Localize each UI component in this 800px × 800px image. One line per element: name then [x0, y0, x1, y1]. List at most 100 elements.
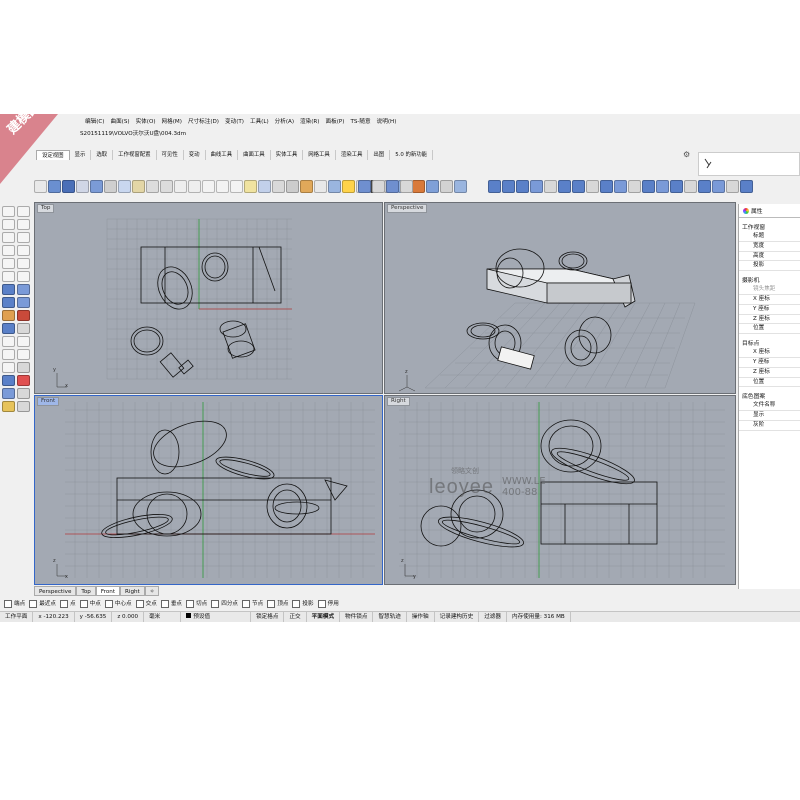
ellipse-icon[interactable] — [2, 258, 15, 269]
checkbox-icon[interactable] — [267, 600, 276, 608]
lock-tool-icon[interactable] — [17, 401, 30, 412]
status-grid-snap[interactable]: 锁定格点 — [251, 612, 285, 622]
block-icon[interactable] — [17, 388, 30, 399]
prop-camera-y[interactable]: Y 座标 — [739, 305, 800, 315]
osnap-tan[interactable]: 切点 — [186, 599, 207, 609]
tab-display[interactable]: 显示 — [70, 150, 92, 160]
render-color-icon[interactable] — [412, 180, 425, 193]
menu-edit[interactable]: 编辑(C) — [82, 116, 107, 128]
viewport-title-front[interactable]: Front — [37, 397, 60, 406]
surface-icon[interactable] — [2, 284, 15, 295]
extrude-icon[interactable] — [544, 180, 557, 193]
move-tool-icon[interactable] — [2, 349, 15, 360]
box-icon[interactable] — [2, 297, 15, 308]
menu-transform[interactable]: 变动(T) — [222, 116, 247, 128]
array-icon[interactable] — [698, 180, 711, 193]
render-icon[interactable] — [454, 180, 467, 193]
menu-solid[interactable]: 实体(O) — [133, 116, 159, 128]
menu-analyze[interactable]: 分析(A) — [272, 116, 297, 128]
vptab-front[interactable]: Front — [95, 586, 121, 596]
select-icon[interactable] — [314, 180, 327, 193]
status-history[interactable]: 记录建构历史 — [435, 612, 480, 622]
tab-surface-tools[interactable]: 曲面工具 — [238, 150, 271, 160]
material-icon[interactable] — [440, 180, 453, 193]
checkbox-icon[interactable] — [160, 600, 169, 608]
prop-camera-location[interactable]: 位置 — [739, 324, 800, 335]
open-file-icon[interactable] — [48, 180, 61, 193]
add-viewport-icon[interactable]: ✧ — [144, 586, 160, 596]
vptab-perspective[interactable]: Perspective — [34, 586, 77, 596]
dimension-icon[interactable] — [17, 323, 30, 334]
viewport-title-top[interactable]: Top — [37, 204, 55, 213]
rotate-icon[interactable] — [2, 362, 15, 373]
tab-set-view[interactable]: 设定视图 — [36, 150, 70, 160]
osnap-quad[interactable]: 四分点 — [211, 599, 238, 609]
prop-filename[interactable]: 文件名称 — [739, 401, 800, 412]
mesh-tool-icon[interactable] — [2, 323, 15, 334]
save-icon[interactable] — [62, 180, 75, 193]
checkbox-icon[interactable] — [135, 600, 144, 608]
prop-lens[interactable]: 镜头焦距 — [739, 285, 800, 295]
paste-icon[interactable] — [132, 180, 145, 193]
arc-icon[interactable] — [17, 232, 30, 243]
osnap-perp[interactable]: 垂点 — [160, 599, 182, 609]
status-smarttrack[interactable]: 智慧轨迹 — [373, 612, 407, 622]
osnap-near[interactable]: 最近点 — [29, 599, 56, 609]
trim-icon[interactable] — [17, 310, 30, 321]
light-icon[interactable] — [300, 180, 313, 193]
checkbox-icon[interactable] — [104, 600, 113, 608]
split-icon[interactable] — [628, 180, 641, 193]
copy-tool-icon[interactable] — [17, 349, 30, 360]
loft-icon[interactable] — [17, 284, 30, 295]
prop-target-y[interactable]: Y 座标 — [739, 358, 800, 368]
osnap-center[interactable]: 中心点 — [104, 599, 132, 609]
redo-icon[interactable] — [160, 180, 173, 193]
boolean-union-icon[interactable] — [558, 180, 571, 193]
zoom-icon[interactable] — [202, 180, 215, 193]
offset-icon[interactable] — [684, 180, 697, 193]
cylinder-icon[interactable] — [17, 297, 30, 308]
sphere-icon[interactable] — [358, 180, 371, 193]
viewport-right[interactable]: Right z y 领略文创 leoyee WWW.LE 400-88 — [384, 395, 736, 585]
rotate-view-icon[interactable] — [188, 180, 201, 193]
checkbox-icon[interactable] — [29, 600, 38, 608]
scale-icon[interactable] — [726, 180, 739, 193]
join-icon[interactable] — [656, 180, 669, 193]
tab-curve-tools[interactable]: 曲线工具 — [206, 150, 239, 160]
menu-tools[interactable]: 工具(L) — [247, 116, 272, 128]
import-icon[interactable] — [90, 180, 103, 193]
analyze-icon[interactable] — [2, 375, 15, 386]
move-icon[interactable] — [740, 180, 753, 193]
layer-icon[interactable] — [328, 180, 341, 193]
scale-tool-icon[interactable] — [17, 362, 30, 373]
print-icon[interactable] — [76, 180, 89, 193]
circle-icon[interactable] — [2, 232, 15, 243]
solid-cylinder-icon[interactable] — [516, 180, 529, 193]
prop-camera-z[interactable]: Z 座标 — [739, 315, 800, 325]
text-icon[interactable] — [2, 271, 15, 282]
prop-width[interactable]: 宽度 — [739, 242, 800, 252]
checkbox-icon[interactable] — [79, 600, 88, 608]
prop-height[interactable]: 高度 — [739, 252, 800, 262]
osnap-disable[interactable]: 停用 — [317, 599, 339, 609]
tab-drafting[interactable]: 出图 — [368, 150, 391, 160]
viewport-top[interactable]: Top y x — [34, 202, 383, 394]
boolean-icon[interactable] — [2, 310, 15, 321]
plane-icon[interactable] — [386, 180, 399, 193]
osnap-end[interactable]: 端点 — [4, 599, 25, 609]
menu-surface[interactable]: 曲面(S) — [107, 116, 132, 128]
viewport-front[interactable]: Front z x — [34, 395, 383, 585]
prop-show[interactable]: 显示 — [739, 411, 800, 421]
tab-select[interactable]: 选取 — [91, 150, 114, 160]
new-file-icon[interactable] — [34, 180, 47, 193]
render-tool-icon[interactable] — [17, 375, 30, 386]
menu-render[interactable]: 渲染(R) — [297, 116, 322, 128]
osnap-knot[interactable]: 节点 — [242, 599, 263, 609]
freeform-icon[interactable] — [17, 258, 30, 269]
tab-render-tools[interactable]: 渲染工具 — [336, 150, 369, 160]
shell-icon[interactable] — [600, 180, 613, 193]
vptab-top[interactable]: Top — [76, 586, 96, 596]
prop-target-x[interactable]: X 座标 — [739, 348, 800, 358]
status-osnap[interactable]: 物件锁点 — [340, 612, 374, 622]
prop-title[interactable]: 标题 — [739, 232, 800, 242]
